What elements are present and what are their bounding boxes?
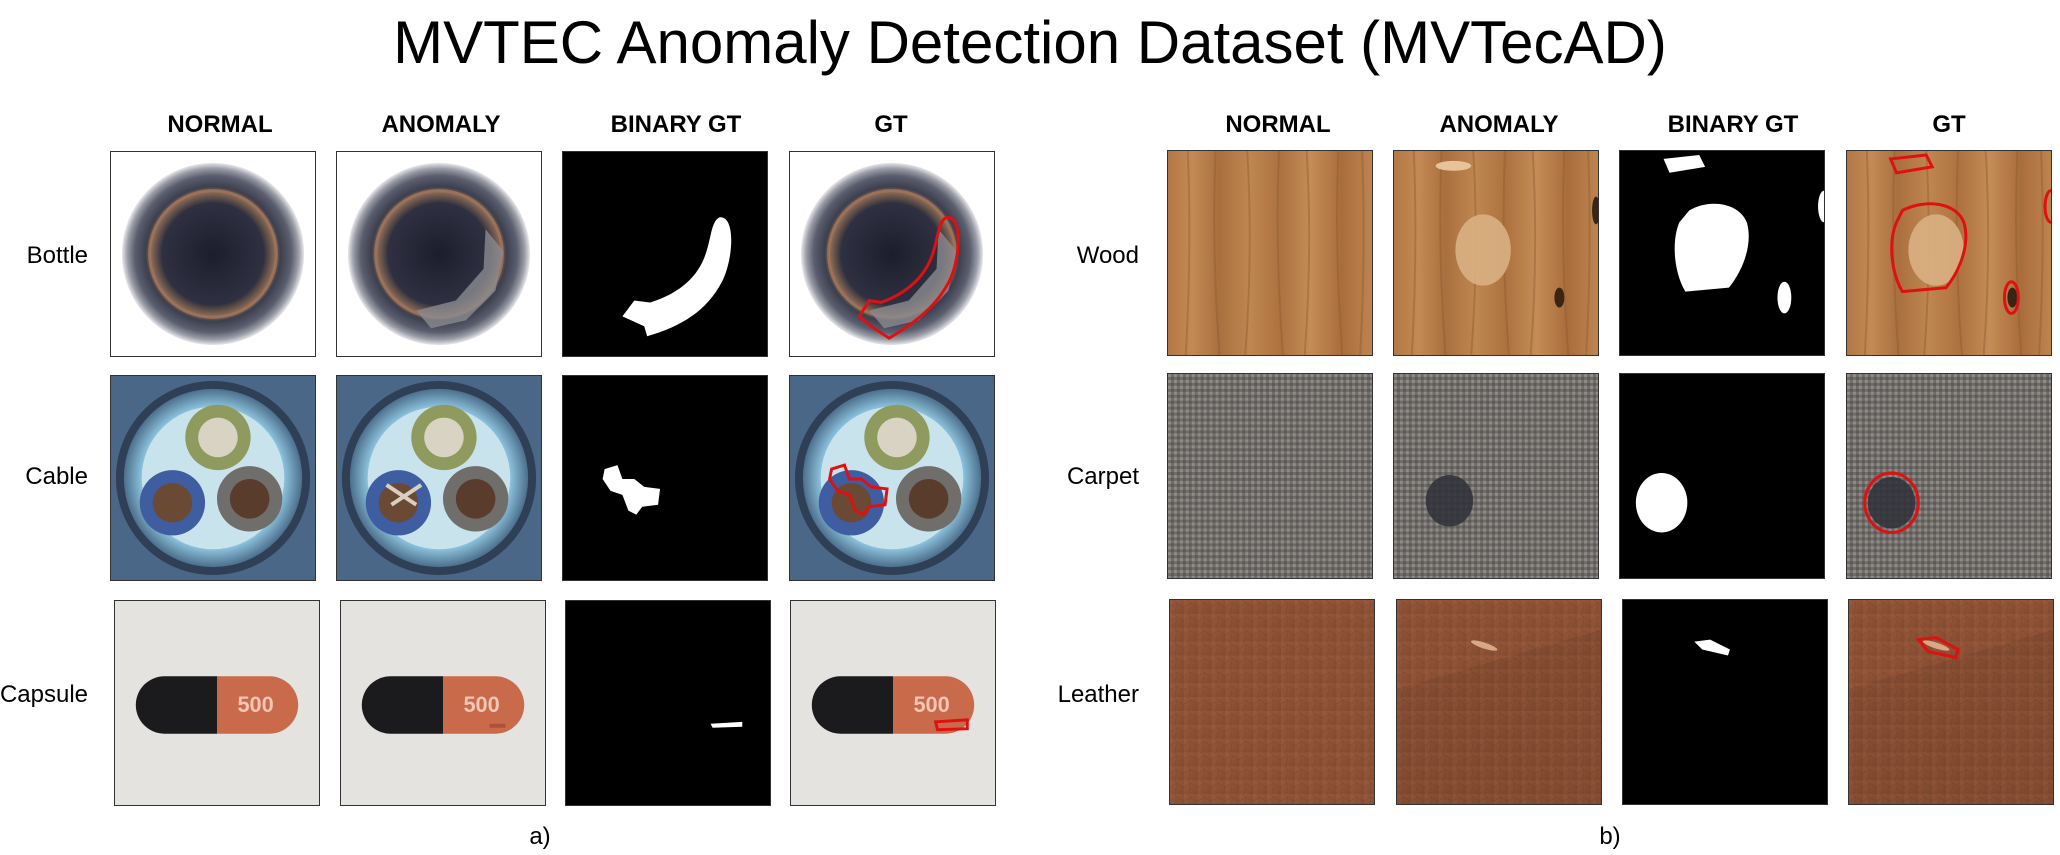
- panel-a-row-capsule: Capsule: [0, 681, 88, 708]
- leather-binary-gt-mask: [1622, 599, 1828, 805]
- leather-normal-image: [1169, 599, 1375, 805]
- cable-anomaly-image: [336, 375, 542, 581]
- capsule-binary-gt-mask: [565, 600, 771, 806]
- wood-gt-overlay: [1846, 150, 2052, 356]
- panel-a-col-gt: GT: [874, 111, 908, 138]
- panel-a-col-normal: NORMAL: [167, 111, 273, 138]
- bottle-gt-overlay: [789, 151, 995, 357]
- wood-normal-image: [1167, 150, 1373, 356]
- panel-b-row-leather: Leather: [1057, 681, 1139, 708]
- panel-a-row-cable: Cable: [25, 463, 88, 490]
- carpet-anomaly-image: [1393, 373, 1599, 579]
- cable-normal-image: [110, 375, 316, 581]
- leather-anomaly-image: [1396, 599, 1602, 805]
- bottle-anomaly-image: [336, 151, 542, 357]
- capsule-anomaly-image: 500: [340, 600, 546, 806]
- panel-a-row-bottle: Bottle: [26, 242, 88, 269]
- panel-b-caption: b): [1599, 823, 1621, 850]
- figure-title: MVTEC Anomaly Detection Dataset (MVTecAD…: [393, 9, 1667, 76]
- carpet-gt-overlay: [1846, 373, 2052, 579]
- carpet-binary-gt-mask: [1619, 373, 1825, 579]
- capsule-print-text: 500: [237, 692, 273, 717]
- wood-binary-gt-mask: [1619, 150, 1825, 356]
- capsule-print-text: 500: [463, 692, 499, 717]
- panel-a-caption: a): [529, 823, 551, 850]
- panel-a-col-binary-gt: BINARY GT: [610, 111, 742, 138]
- capsule-gt-overlay: 500: [790, 600, 996, 806]
- panel-b-col-normal: NORMAL: [1225, 111, 1331, 138]
- panel-b-col-binary-gt: BINARY GT: [1667, 111, 1799, 138]
- carpet-normal-image: [1167, 373, 1373, 579]
- capsule-print-text: 500: [913, 692, 949, 717]
- bottle-normal-image: [110, 151, 316, 357]
- cable-gt-overlay: [789, 375, 995, 581]
- panel-b-col-gt: GT: [1932, 111, 1966, 138]
- leather-gt-overlay: [1848, 599, 2054, 805]
- wood-anomaly-image: [1393, 150, 1599, 356]
- panel-b-row-carpet: Carpet: [1066, 463, 1139, 490]
- cable-binary-gt-mask: [562, 375, 768, 581]
- capsule-normal-image: 500: [114, 600, 320, 806]
- panel-b-row-wood: Wood: [1076, 242, 1139, 269]
- bottle-binary-gt-mask: [562, 151, 768, 357]
- panel-a-col-anomaly: ANOMALY: [381, 111, 501, 138]
- panel-b-col-anomaly: ANOMALY: [1439, 111, 1559, 138]
